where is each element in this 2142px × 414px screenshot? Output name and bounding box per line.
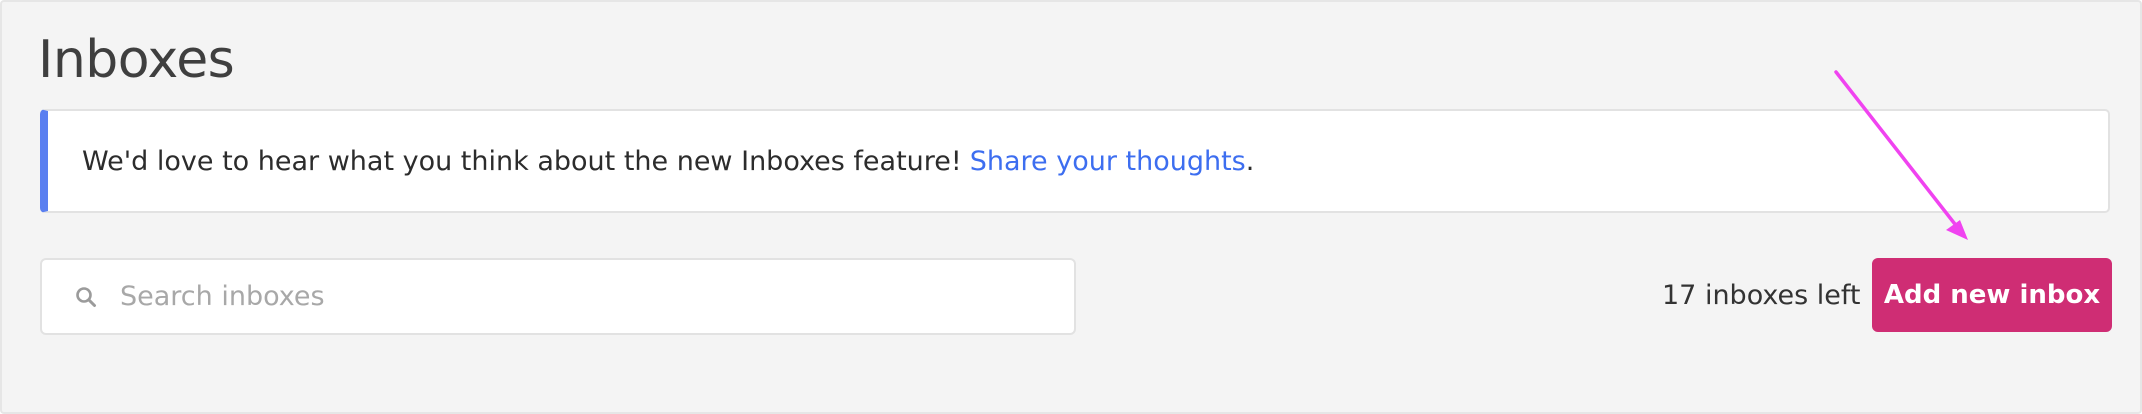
inboxes-page: Inboxes We'd love to hear what you think…	[0, 0, 2142, 414]
search-input[interactable]	[120, 266, 1020, 327]
inboxes-left-count: 17 inboxes left	[1662, 280, 1861, 311]
search-icon	[72, 283, 100, 311]
banner-message: We'd love to hear what you think about t…	[82, 145, 962, 177]
page-title: Inboxes	[38, 30, 235, 90]
search-box[interactable]	[40, 258, 1076, 335]
feedback-banner: We'd love to hear what you think about t…	[40, 109, 2110, 213]
banner-suffix: .	[1245, 145, 1255, 177]
add-new-inbox-button[interactable]: Add new inbox	[1872, 258, 2112, 332]
share-thoughts-link[interactable]: Share your thoughts	[970, 146, 1246, 177]
